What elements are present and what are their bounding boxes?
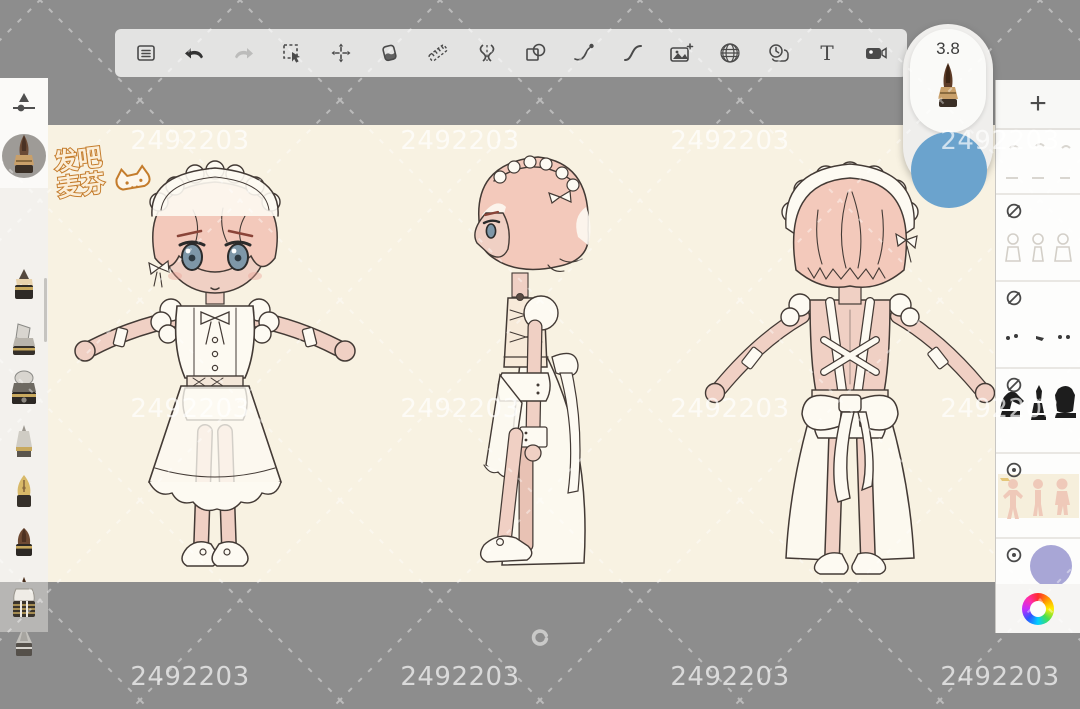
layer-item-3[interactable] [996,282,1080,369]
character-side-view [474,155,591,566]
letter-t-icon: T [815,41,839,65]
sharp-brush-icon [2,131,46,186]
fountain-nib-icon [12,474,36,517]
color-picker-card [995,584,1080,633]
liner-pen-icon [12,424,36,465]
eraser-icon [9,586,39,629]
pencil-icon [11,268,37,311]
layers-panel: + [995,80,1080,596]
layer-visible-eye-icon[interactable] [1004,460,1024,480]
curve-with-node-icon [572,41,596,65]
add-layer-button[interactable]: + [996,80,1080,130]
logo-text-line2: 麦芬 [56,169,107,203]
round-brush-icon [12,526,36,567]
fill-tool-button[interactable] [372,36,406,70]
import-image-button[interactable] [664,36,698,70]
text-tool-button[interactable]: T [810,36,844,70]
current-brush-slot[interactable] [0,131,48,186]
layer-item-5[interactable] [996,454,1080,539]
layer-hidden-eye-icon[interactable] [1004,201,1024,221]
drawing-canvas[interactable]: 发吧 麦芬 [48,125,996,582]
chisel-marker-icon [10,322,38,363]
brush-size-slider-icon [9,90,39,121]
marquee-cursor-icon [280,41,304,65]
watermark-text: 2492203 [400,662,520,692]
plus-icon: + [1029,87,1047,120]
brush-airbrush-button[interactable] [0,370,48,415]
perspective-grid-button[interactable] [713,36,747,70]
wireframe-globe-icon [717,41,743,65]
brush-liner-button[interactable] [0,424,48,465]
brush-nib-pen-button[interactable] [0,474,48,517]
s-curves-divider-icon [474,41,500,65]
curve-pen-tool-button[interactable] [567,36,601,70]
eraser-tool-button[interactable] [0,582,48,632]
brush-pencil-button[interactable] [0,268,48,311]
logo-cat-icon [115,164,151,191]
redo-arrow-icon [230,41,256,65]
layer-visible-eye-icon[interactable] [1004,545,1024,565]
menu-button[interactable] [129,36,163,70]
watermark-text: 2492203 [940,662,1060,692]
clock-frame-icon [766,41,792,65]
brush-status-pill: 3.8 [903,24,993,208]
layer-thumbnail [996,130,1080,193]
select-tool-button[interactable] [275,36,309,70]
layer-hidden-eye-icon[interactable] [1004,288,1024,308]
brush-round-button[interactable] [0,526,48,567]
curve-tool-button[interactable] [616,36,650,70]
airbrush-pen-icon [10,370,38,415]
current-color-swatch[interactable] [911,132,987,208]
brush-sidebar [0,78,48,656]
picture-plus-icon [668,41,694,65]
diagonal-ruler-icon [426,41,450,65]
layer-hidden-eye-icon[interactable] [1004,375,1024,395]
brush-settings-button[interactable] [0,90,48,121]
undo-button[interactable] [178,36,212,70]
shape-tool-button[interactable] [518,36,552,70]
square-circle-icon [523,41,547,65]
layer-item-2[interactable] [996,195,1080,282]
ruler-tool-button[interactable] [421,36,455,70]
list-menu-icon [134,41,158,65]
layer-item-4[interactable] [996,369,1080,454]
top-toolbar: T [115,29,907,77]
sidebar-scrollbar[interactable] [44,278,47,342]
undo-arrow-icon [182,41,208,65]
brush-size-widget[interactable]: 3.8 [910,29,986,133]
watermark-text: 2492203 [130,662,250,692]
color-wheel-icon[interactable] [1022,592,1054,625]
paint-bucket-icon [377,41,401,65]
transform-tool-button[interactable] [324,36,358,70]
layers-list [996,130,1080,596]
video-camera-icon [863,41,889,65]
watermark-text: 2492203 [670,662,790,692]
timelapse-button[interactable] [762,36,796,70]
app-logo-stamp: 发吧 麦芬 [50,135,154,215]
brush-marker-button[interactable] [0,322,48,363]
sync-refresh-icon[interactable] [530,627,550,652]
redo-button[interactable] [226,36,260,70]
symmetry-tool-button[interactable] [470,36,504,70]
brush-tip-icon [931,59,965,116]
brush-size-value: 3.8 [936,39,960,58]
s-curve-icon [621,41,645,65]
four-way-arrows-icon [329,41,353,65]
layer-item-1[interactable] [996,130,1080,195]
camera-export-button[interactable] [859,36,893,70]
svg-text:T: T [821,41,835,65]
